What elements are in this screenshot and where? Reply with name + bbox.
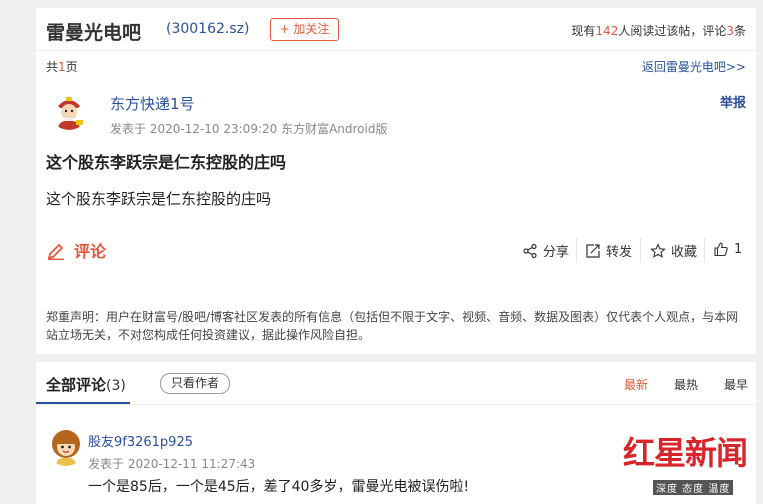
read-stats: 现有142人阅读过该帖，评论3条	[571, 22, 746, 39]
commenter-name[interactable]: 股友9f3261p925	[88, 431, 193, 450]
comment-meta: 发表于 2020-12-11 11:27:43	[88, 457, 256, 471]
tab-count: (3)	[106, 378, 126, 394]
comment-count: 3	[726, 24, 734, 38]
tab-all-comments[interactable]: 全部评论(3)	[46, 374, 126, 395]
stats-mid: 人阅读过该帖，评论	[618, 24, 727, 38]
sort-hottest[interactable]: 最热	[674, 376, 698, 393]
like-count: 1	[734, 241, 743, 257]
watermark-title: 红星新闻	[623, 434, 748, 472]
disclaimer: 郑重声明：用户在财富号/股吧/博客社区发表的所有信息（包括但不限于文字、视频、音…	[46, 310, 739, 342]
stock-code[interactable]: (300162.sz)	[166, 21, 249, 37]
page-count: 共1页	[46, 58, 78, 75]
report-link[interactable]: 举报	[720, 92, 746, 111]
sort-oldest[interactable]: 最早	[724, 376, 748, 393]
repost-label: 转发	[606, 245, 633, 260]
comment-text: 一个是85后，一个是45后，差了40多岁，雷曼光电被误伤啦!	[88, 479, 470, 495]
sort-newest[interactable]: 最新	[624, 376, 648, 393]
header-divider	[36, 50, 756, 51]
author-avatar[interactable]	[50, 92, 88, 130]
stats-prefix: 现有	[571, 24, 596, 38]
action-divider	[640, 238, 641, 262]
comment-button[interactable]: 评论	[46, 238, 106, 262]
action-divider	[704, 238, 705, 262]
comment-label: 评论	[74, 242, 107, 261]
comments-divider	[36, 404, 756, 405]
post-title: 这个股东李跃宗是仁东控股的庄吗	[46, 153, 287, 172]
thumbs-up-icon	[714, 242, 728, 257]
only-author-button[interactable]: 只看作者	[160, 373, 230, 394]
favorite-label: 收藏	[671, 245, 698, 260]
reader-count: 142	[595, 24, 619, 38]
star-icon	[650, 242, 666, 258]
page-number: 1	[58, 60, 66, 74]
share-button[interactable]: 分享	[522, 241, 569, 260]
post-card: 雷曼光电吧 (300162.sz) + 加关注 现有142人阅读过该帖，评论3条…	[36, 8, 756, 354]
follow-button[interactable]: + 加关注	[270, 18, 339, 41]
post-meta: 发表于 2020-12-10 23:09:20 东方财富Android版	[110, 122, 388, 136]
news-watermark-logo: 红星新闻 深度 态度 温度	[623, 428, 755, 498]
post-body: 这个股东李跃宗是仁东控股的庄吗	[46, 190, 272, 208]
tab-label: 全部评论	[46, 376, 107, 394]
action-divider	[576, 238, 577, 262]
share-icon	[523, 243, 537, 258]
favorite-button[interactable]: 收藏	[650, 241, 697, 260]
repost-button[interactable]: 转发	[585, 241, 632, 260]
repost-icon	[586, 243, 600, 258]
like-button[interactable]: 1	[713, 241, 742, 257]
share-label: 分享	[543, 245, 570, 260]
pencil-icon	[47, 243, 64, 260]
commenter-avatar-image	[47, 428, 85, 466]
commenter-avatar[interactable]	[47, 428, 85, 466]
author-avatar-image	[50, 92, 88, 130]
watermark-slogan: 深度 态度 温度	[653, 480, 734, 495]
page-prefix: 共	[46, 60, 59, 74]
back-to-forum-link[interactable]: 返回雷曼光电吧>>	[642, 58, 746, 75]
stats-suffix: 条	[733, 24, 746, 38]
forum-title[interactable]: 雷曼光电吧	[46, 18, 141, 45]
page-suffix: 页	[65, 60, 78, 74]
author-name[interactable]: 东方快递1号	[110, 93, 195, 114]
